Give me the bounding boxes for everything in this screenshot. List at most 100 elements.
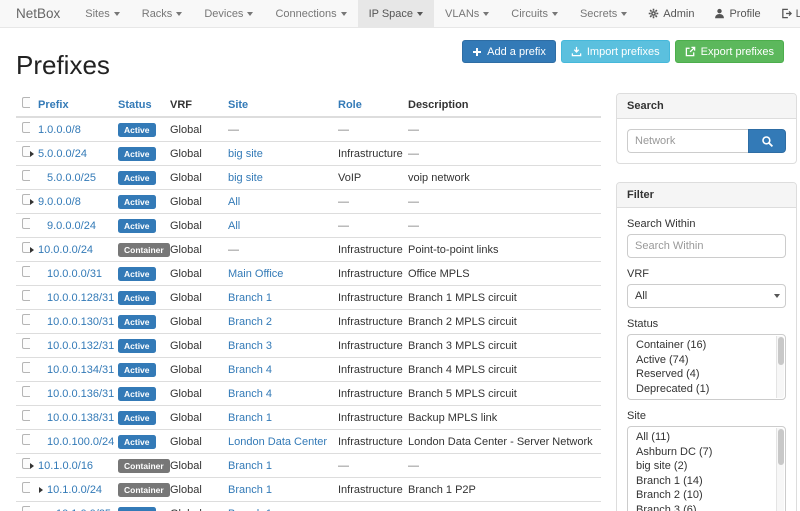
prefix-link[interactable]: 10.0.0.128/31 [47, 292, 114, 304]
filter-option[interactable]: Branch 2 (10) [628, 488, 785, 503]
row-checkbox[interactable] [22, 410, 30, 421]
prefix-link[interactable]: 10.0.100.0/24 [47, 436, 114, 448]
prefix-link[interactable]: 5.0.0.0/25 [47, 172, 96, 184]
site-link[interactable]: Branch 3 [228, 340, 272, 352]
site-link[interactable]: All [228, 196, 240, 208]
prefix-link[interactable]: 1.0.0.0/8 [38, 124, 81, 136]
filter-option[interactable]: All (11) [628, 430, 785, 445]
row-checkbox[interactable] [22, 122, 30, 133]
row-checkbox[interactable] [22, 266, 30, 277]
site-link[interactable]: Branch 1 [228, 460, 272, 472]
profile-link[interactable]: Profile [704, 0, 770, 27]
filter-option[interactable]: Active (74) [628, 353, 785, 368]
row-checkbox[interactable] [22, 194, 30, 205]
prefix-link[interactable]: 10.0.0.130/31 [47, 316, 114, 328]
prefix-link[interactable]: 10.0.0.138/31 [47, 412, 114, 424]
status-multiselect[interactable]: Container (16)Active (74)Reserved (4)Dep… [627, 334, 786, 400]
prefix-link[interactable]: 5.0.0.0/24 [38, 148, 87, 160]
page-title: Prefixes [16, 50, 110, 81]
nav-item-secrets[interactable]: Secrets [569, 0, 638, 27]
nav-item-circuits[interactable]: Circuits [500, 0, 569, 27]
site-link[interactable]: Branch 1 [228, 508, 272, 511]
site-link[interactable]: Main Office [228, 268, 283, 280]
site-link[interactable]: big site [228, 148, 263, 160]
site-link[interactable]: All [228, 220, 240, 232]
column-header-role[interactable]: Role [338, 93, 408, 117]
vrf-value: Global [170, 268, 202, 280]
prefixes-table: Prefix Status VRF Site Role Description … [16, 93, 601, 511]
row-checkbox[interactable] [22, 434, 30, 445]
filter-option[interactable]: big site (2) [628, 459, 785, 474]
role-value: — [338, 508, 349, 511]
prefix-link[interactable]: 9.0.0.0/8 [38, 196, 81, 208]
nav-item-connections[interactable]: Connections [264, 0, 357, 27]
prefix-link[interactable]: 10.0.0.134/31 [47, 364, 114, 376]
site-link[interactable]: Branch 4 [228, 364, 272, 376]
site-multiselect[interactable]: All (11)Ashburn DC (7)big site (2)Branch… [627, 426, 786, 511]
prefix-link[interactable]: 10.0.0.0/31 [47, 268, 102, 280]
filter-option[interactable]: Branch 1 (14) [628, 474, 785, 489]
table-row: 10.0.0.134/31 Active Global Branch 4 Inf… [16, 358, 601, 382]
row-checkbox[interactable] [22, 338, 30, 349]
search-within-input[interactable] [627, 234, 786, 258]
site-link[interactable]: Branch 1 [228, 412, 272, 424]
site-link[interactable]: Branch 2 [228, 316, 272, 328]
row-checkbox[interactable] [22, 458, 30, 469]
prefix-link[interactable]: 10.1.0.0/16 [38, 460, 93, 472]
filter-option[interactable]: Container (16) [628, 338, 785, 353]
prefix-link[interactable]: 10.1.0.0/25 [56, 508, 111, 511]
description-value: — [408, 196, 419, 208]
prefix-link[interactable]: 10.0.0.132/31 [47, 340, 114, 352]
select-all-checkbox[interactable] [22, 97, 30, 108]
column-header-site[interactable]: Site [228, 93, 338, 117]
add-prefix-button[interactable]: Add a prefix [462, 40, 556, 63]
nav-item-ip-space[interactable]: IP Space [358, 0, 434, 27]
row-checkbox[interactable] [22, 218, 30, 229]
vrf-value: Global [170, 412, 202, 424]
logout-link[interactable]: Log out [771, 0, 800, 27]
site-link[interactable]: London Data Center [228, 436, 327, 448]
scrollbar-thumb[interactable] [778, 337, 784, 365]
row-checkbox[interactable] [22, 146, 30, 157]
row-checkbox[interactable] [22, 290, 30, 301]
row-checkbox[interactable] [22, 386, 30, 397]
scrollbar-thumb[interactable] [778, 429, 784, 465]
row-checkbox[interactable] [22, 362, 30, 373]
row-checkbox[interactable] [22, 506, 30, 511]
row-checkbox[interactable] [22, 482, 30, 493]
column-header-prefix[interactable]: Prefix [30, 93, 118, 117]
search-input[interactable] [627, 129, 748, 153]
nav-item-vlans[interactable]: VLANs [434, 0, 500, 27]
tree-indent [30, 369, 39, 370]
prefix-link[interactable]: 9.0.0.0/24 [47, 220, 96, 232]
row-checkbox[interactable] [22, 314, 30, 325]
vrf-value: Global [170, 124, 202, 136]
tree-indent [30, 177, 39, 178]
filter-option[interactable]: Ashburn DC (7) [628, 445, 785, 460]
filter-option[interactable]: Reserved (4) [628, 367, 785, 382]
filter-option[interactable]: Deprecated (1) [628, 382, 785, 397]
prefix-link[interactable]: 10.0.0.136/31 [47, 388, 114, 400]
export-prefixes-button[interactable]: Export prefixes [675, 40, 784, 63]
column-header-status[interactable]: Status [118, 93, 170, 117]
site-link[interactable]: Branch 1 [228, 292, 272, 304]
filter-option[interactable]: Branch 3 (6) [628, 503, 785, 511]
prefix-link[interactable]: 10.0.0.0/24 [38, 244, 93, 256]
status-badge: Active [118, 195, 156, 209]
prefix-link[interactable]: 10.1.0.0/24 [47, 484, 102, 496]
import-prefixes-button[interactable]: Import prefixes [561, 40, 670, 63]
site-link[interactable]: Branch 1 [228, 484, 272, 496]
site-link[interactable]: Branch 4 [228, 388, 272, 400]
admin-link[interactable]: Admin [638, 0, 704, 27]
search-button[interactable] [748, 129, 786, 153]
nav-item-sites[interactable]: Sites [74, 0, 130, 27]
brand-logo[interactable]: NetBox [0, 0, 74, 27]
row-checkbox[interactable] [22, 170, 30, 181]
row-checkbox[interactable] [22, 242, 30, 253]
vrf-select[interactable]: All [627, 284, 786, 308]
table-row: 10.0.0.136/31 Active Global Branch 4 Inf… [16, 382, 601, 406]
nav-item-devices[interactable]: Devices [193, 0, 264, 27]
site-link[interactable]: big site [228, 172, 263, 184]
site-label: Site [627, 410, 786, 422]
nav-item-racks[interactable]: Racks [131, 0, 194, 27]
